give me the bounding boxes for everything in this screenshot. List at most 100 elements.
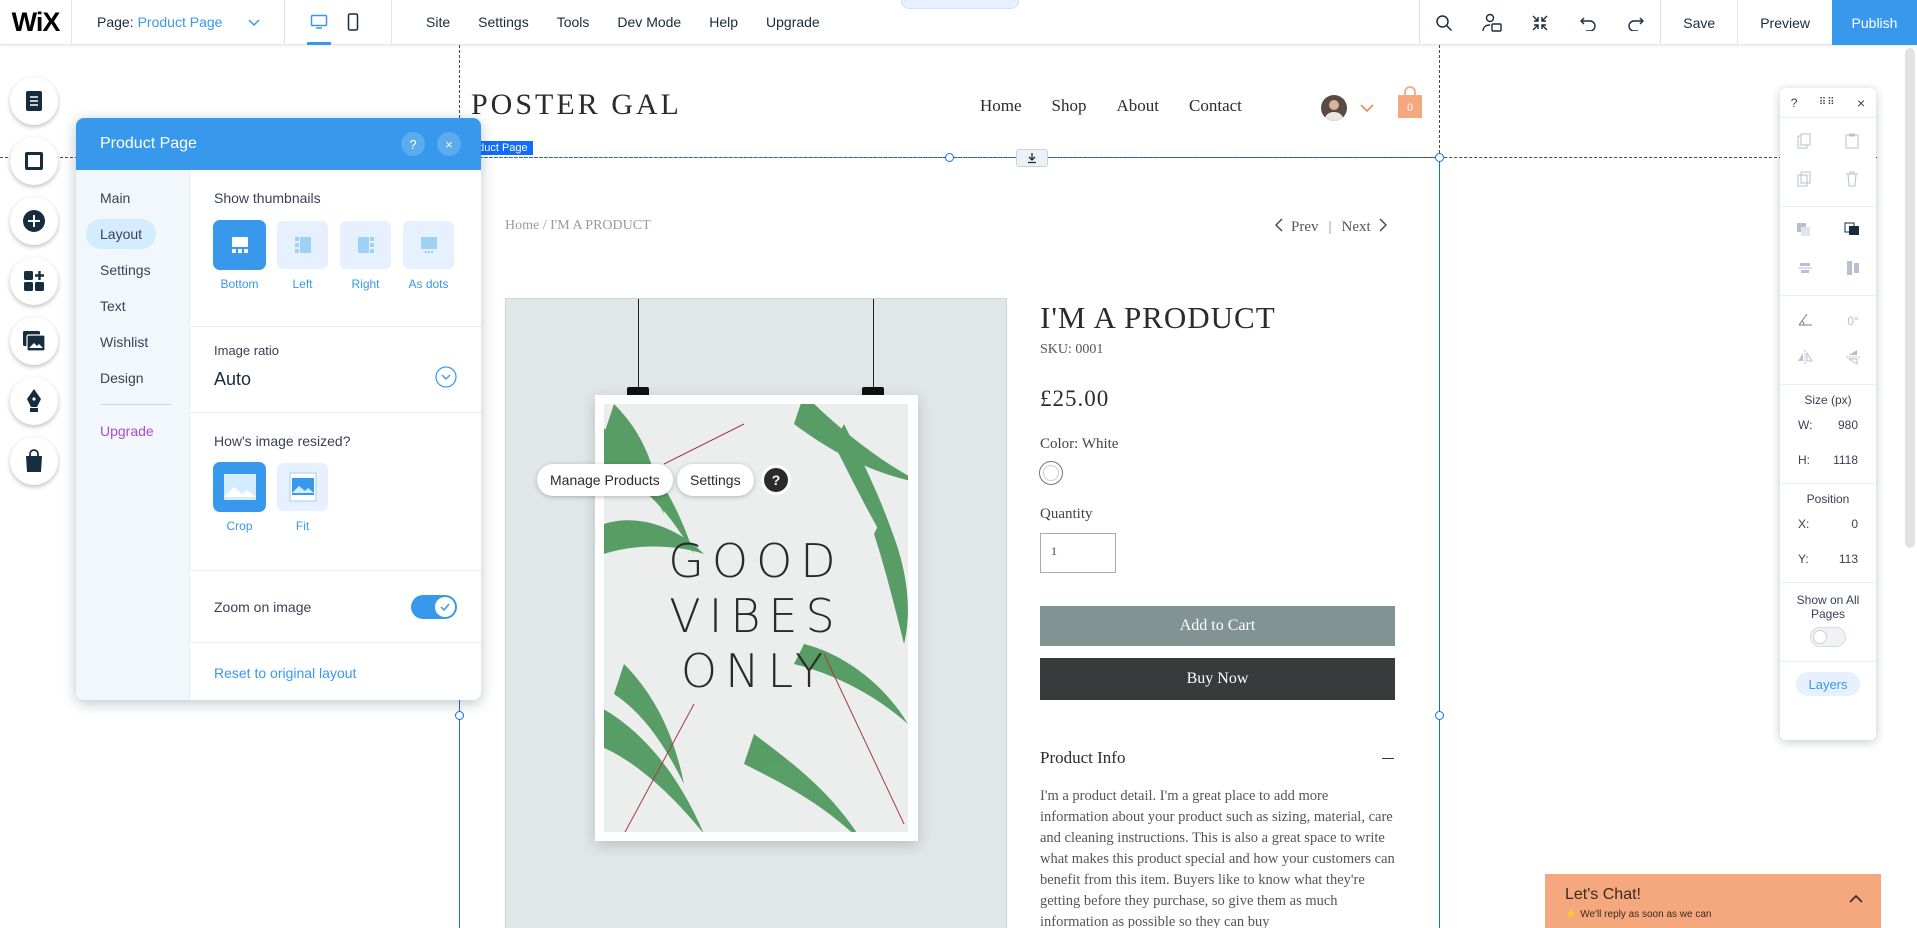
manage-products-button[interactable]: Manage Products xyxy=(537,464,673,496)
chevron-left-icon[interactable] xyxy=(1275,218,1283,237)
product-info-title[interactable]: Product Info xyxy=(1040,748,1125,768)
panel-nav-wishlist[interactable]: Wishlist xyxy=(76,324,189,360)
width-field[interactable]: W: 980 xyxy=(1780,407,1876,442)
next-link[interactable]: Next xyxy=(1342,219,1371,236)
drag-handle-icon[interactable]: ⠿⠿ xyxy=(1819,97,1836,108)
panel-header[interactable]: Product Page ? × xyxy=(76,118,481,170)
panel-nav-design[interactable]: Design xyxy=(76,360,189,396)
menu-help[interactable]: Help xyxy=(695,14,752,30)
site-design-button[interactable] xyxy=(10,137,58,185)
resize-option-fit[interactable]: Fit xyxy=(277,463,328,533)
publish-button[interactable]: Publish xyxy=(1832,0,1917,45)
store-button[interactable] xyxy=(10,437,58,485)
add-apps-button[interactable] xyxy=(10,257,58,305)
wix-logo[interactable]: WiX xyxy=(0,0,72,45)
delete-icon[interactable] xyxy=(1845,171,1859,192)
thumbnail-option-left[interactable]: Left xyxy=(277,221,328,291)
resize-handle-left[interactable] xyxy=(455,711,464,720)
nav-about[interactable]: About xyxy=(1117,96,1160,116)
breadcrumb[interactable]: Home / I'M A PRODUCT xyxy=(505,218,651,234)
zoom-out-button[interactable] xyxy=(1516,0,1564,45)
image-ratio-dropdown[interactable]: Auto xyxy=(214,366,481,393)
panel-nav-layout[interactable]: Layout xyxy=(76,216,189,252)
menu-dev-mode[interactable]: Dev Mode xyxy=(603,14,695,30)
inspector-close-icon[interactable]: × xyxy=(1857,95,1865,111)
blog-button[interactable] xyxy=(10,377,58,425)
panel-nav-upgrade[interactable]: Upgrade xyxy=(76,413,189,449)
panel-close-icon[interactable]: × xyxy=(437,132,461,156)
nav-shop[interactable]: Shop xyxy=(1052,96,1087,116)
search-button[interactable] xyxy=(1420,0,1468,45)
thumbnails-section: Show thumbnails Bottom Left Right As dot… xyxy=(190,170,481,327)
color-swatch-white[interactable] xyxy=(1039,461,1063,485)
toggle-knob xyxy=(1813,630,1827,644)
site-logo[interactable]: POSTER GAL xyxy=(471,88,682,122)
flip-horizontal-icon[interactable] xyxy=(1797,349,1813,369)
panel-nav-main[interactable]: Main xyxy=(76,180,189,216)
zoom-toggle[interactable] xyxy=(411,595,457,619)
preview-button[interactable]: Preview xyxy=(1738,0,1832,45)
thumbnail-option-dots[interactable]: As dots xyxy=(403,221,454,291)
stretch-toggle-button[interactable] xyxy=(1016,149,1048,167)
panel-nav-text[interactable]: Text xyxy=(76,288,189,324)
redo-icon xyxy=(1628,17,1645,31)
minus-icon[interactable] xyxy=(1382,758,1394,759)
panel-help-icon[interactable]: ? xyxy=(401,132,425,156)
accessibility-button[interactable] xyxy=(1468,0,1516,45)
settings-button[interactable]: Settings xyxy=(677,464,754,496)
rotate-angle-icon[interactable] xyxy=(1797,312,1813,331)
menu-upgrade[interactable]: Upgrade xyxy=(752,14,834,30)
panel-nav-settings[interactable]: Settings xyxy=(76,252,189,288)
canvas-scrollbar[interactable] xyxy=(1905,48,1915,548)
show-all-pages-toggle[interactable] xyxy=(1810,627,1846,647)
menu-site[interactable]: Site xyxy=(412,14,464,30)
duplicate-icon[interactable] xyxy=(1797,171,1811,192)
send-backward-icon[interactable] xyxy=(1796,222,1812,243)
prev-link[interactable]: Prev xyxy=(1291,219,1319,236)
rotation-value[interactable]: 0° xyxy=(1847,314,1858,328)
page-selector[interactable]: Page: Product Page xyxy=(72,0,285,45)
menu-tools[interactable]: Tools xyxy=(543,14,604,30)
reset-layout-link[interactable]: Reset to original layout xyxy=(214,665,356,681)
distribute-icon[interactable] xyxy=(1846,260,1860,281)
resize-option-crop[interactable]: Crop xyxy=(214,463,265,533)
height-field[interactable]: H: 1118 xyxy=(1780,442,1876,477)
collapse-toolbar-handle[interactable]: ⌃ xyxy=(901,0,1019,9)
paste-icon[interactable] xyxy=(1845,133,1859,154)
quantity-input[interactable]: 1 xyxy=(1040,533,1116,573)
save-button[interactable]: Save xyxy=(1661,0,1737,45)
nav-contact[interactable]: Contact xyxy=(1189,96,1242,116)
inspector-help-icon[interactable]: ? xyxy=(1791,96,1798,110)
cart-icon[interactable]: 0 xyxy=(1397,85,1423,119)
copy-icon[interactable] xyxy=(1797,133,1811,154)
y-field[interactable]: Y: 113 xyxy=(1780,541,1876,576)
add-to-cart-button[interactable]: Add to Cart xyxy=(1040,606,1395,646)
undo-button[interactable] xyxy=(1564,0,1612,45)
thumbnail-option-right[interactable]: Right xyxy=(340,221,391,291)
chevron-right-icon[interactable] xyxy=(1379,218,1387,237)
redo-button[interactable] xyxy=(1612,0,1660,45)
chevron-up-icon[interactable] xyxy=(1849,890,1863,908)
flip-vertical-icon[interactable] xyxy=(1845,349,1860,370)
resize-handle-top-right[interactable] xyxy=(1435,153,1444,162)
nav-home[interactable]: Home xyxy=(980,96,1022,116)
resize-handle-right[interactable] xyxy=(1435,711,1444,720)
buy-now-button[interactable]: Buy Now xyxy=(1040,658,1395,700)
chat-widget[interactable]: Let's Chat! ⚡ We'll reply as soon as we … xyxy=(1545,874,1881,928)
add-elements-button[interactable] xyxy=(10,197,58,245)
bring-forward-icon[interactable] xyxy=(1844,222,1860,243)
layers-button[interactable]: Layers xyxy=(1796,672,1860,696)
desktop-view-button[interactable] xyxy=(305,0,333,45)
member-avatar[interactable] xyxy=(1321,95,1347,121)
chevron-down-icon[interactable] xyxy=(1360,100,1374,118)
product-image-gallery[interactable]: GOOD VIBES ONLY xyxy=(505,298,1007,928)
pages-menu-button[interactable] xyxy=(10,77,58,125)
thumbnail-option-bottom[interactable]: Bottom xyxy=(214,221,265,291)
media-button[interactable] xyxy=(10,317,58,365)
help-icon[interactable]: ? xyxy=(764,468,788,492)
x-field[interactable]: X: 0 xyxy=(1780,506,1876,541)
mobile-view-button[interactable] xyxy=(339,0,367,45)
resize-handle-top[interactable] xyxy=(945,153,954,162)
menu-settings[interactable]: Settings xyxy=(464,14,543,30)
align-icon[interactable] xyxy=(1797,261,1813,280)
